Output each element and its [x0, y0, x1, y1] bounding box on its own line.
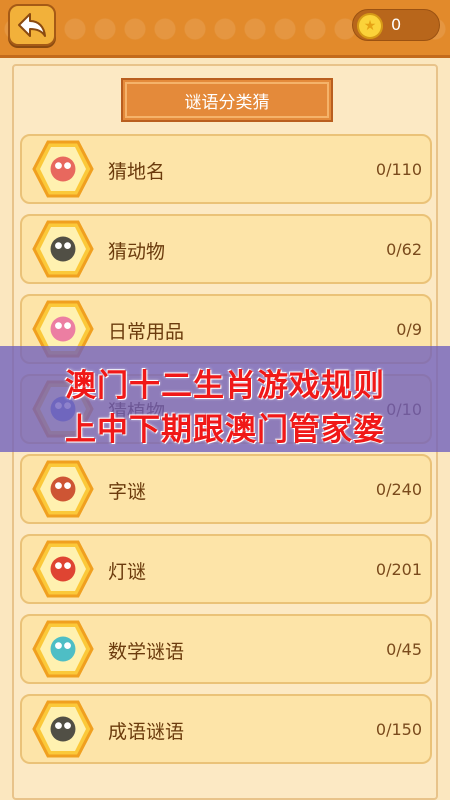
category-progress: 0/9: [396, 320, 422, 339]
hexagon-badge: [32, 620, 94, 678]
category-label: 数学谜语: [108, 641, 185, 663]
coin-icon: ★: [357, 13, 383, 39]
banner-line-2: 上中下期跟澳门管家婆: [65, 412, 385, 448]
category-progress: 0/201: [375, 560, 422, 579]
category-progress: 0/45: [386, 640, 422, 659]
banner-line-1: 澳门十二生肖游戏规则: [65, 368, 385, 404]
category-label: 猜地名: [108, 161, 166, 183]
category-progress: 0/110: [375, 160, 422, 179]
category-item[interactable]: 成语谜语 0/150: [20, 694, 432, 764]
category-item[interactable]: 字谜 0/240: [20, 454, 432, 524]
category-progress: 0/62: [386, 240, 422, 259]
back-button[interactable]: [8, 4, 56, 46]
idiom-icon: [46, 712, 80, 746]
coin-counter: ★ 0: [352, 9, 440, 41]
hexagon-badge: [32, 140, 94, 198]
category-item[interactable]: 灯谜 0/201: [20, 534, 432, 604]
category-label: 猜动物: [108, 241, 166, 263]
category-item[interactable]: 数学谜语 0/45: [20, 614, 432, 684]
hexagon-badge: [32, 220, 94, 278]
hexagon-badge: [32, 460, 94, 518]
overlay-banner: 澳门十二生肖游戏规则 上中下期跟澳门管家婆: [0, 346, 450, 452]
category-label: 日常用品: [108, 321, 185, 343]
coin-value: 0: [391, 15, 402, 34]
hexagon-badge: [32, 540, 94, 598]
panda-icon: [46, 232, 80, 266]
panel-title: 谜语分类猜: [121, 78, 333, 122]
category-progress: 0/150: [375, 720, 422, 739]
category-label: 字谜: [108, 481, 147, 503]
back-arrow-icon: [18, 13, 46, 37]
category-item[interactable]: 猜地名 0/110: [20, 134, 432, 204]
top-bar: ★ 0: [0, 0, 450, 58]
lantern-icon: [46, 552, 80, 586]
daily-goods-icon: [46, 312, 80, 346]
hexagon-badge: [32, 700, 94, 758]
math-cloud-icon: [46, 632, 80, 666]
category-progress: 0/240: [375, 480, 422, 499]
category-item[interactable]: 猜动物 0/62: [20, 214, 432, 284]
character-icon: [46, 472, 80, 506]
map-pin-icon: [46, 152, 80, 186]
category-label: 成语谜语: [108, 721, 185, 743]
category-label: 灯谜: [108, 561, 147, 583]
